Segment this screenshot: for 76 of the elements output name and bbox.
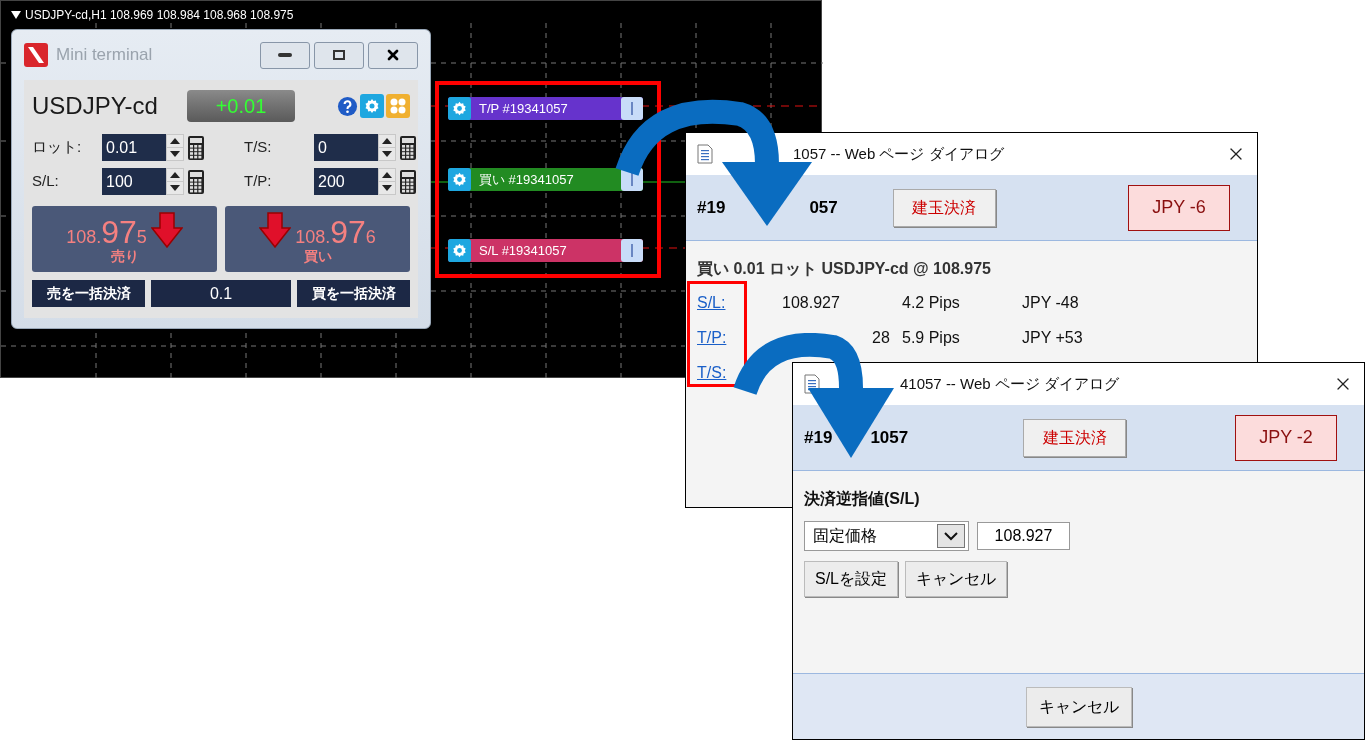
cancel-button[interactable]: キャンセル [905, 561, 1007, 597]
buy-label: 買い [303, 248, 332, 266]
logo-icon [24, 43, 48, 67]
setting-link[interactable]: S/L: [697, 294, 726, 311]
profit-display: JPY -6 [1128, 184, 1230, 231]
chevron-down-icon [937, 524, 965, 548]
calculator-icon[interactable] [400, 135, 416, 160]
spinner-icon[interactable] [166, 134, 184, 161]
price-text: 28 [872, 329, 890, 346]
down-arrow-icon [150, 212, 183, 249]
pips-text: 5.9 Pips [902, 328, 961, 348]
window-title: Mini terminal [56, 44, 153, 67]
sell-label: 売り [110, 248, 139, 266]
close-icon [385, 47, 401, 63]
calculator-icon[interactable] [188, 135, 204, 160]
cancel-button[interactable]: キャンセル [1025, 686, 1132, 727]
calculator-icon[interactable] [400, 169, 416, 194]
amount-text: JPY -48 [1022, 293, 1079, 313]
order-line-tag[interactable]: 買い #19341057 [448, 168, 643, 191]
order-number: 057 [809, 196, 838, 219]
close-all-sell-button[interactable]: 売を一括決済 [32, 280, 145, 307]
spinner-icon[interactable] [378, 168, 396, 195]
gear-icon[interactable] [448, 168, 471, 191]
input-field[interactable]: 0 [314, 134, 378, 161]
gear-icon[interactable] [360, 94, 384, 118]
close-button[interactable] [368, 41, 418, 69]
spinner-icon[interactable] [166, 168, 184, 195]
set-stop-loss-button[interactable]: S/Lを設定 [804, 561, 898, 597]
down-arrow-icon [259, 212, 292, 249]
change-display: +0.01 [187, 90, 295, 122]
dialog-title: 41057 -- Web ページ ダイアログ [900, 373, 1119, 394]
handle-icon[interactable] [621, 239, 643, 262]
setting-link[interactable]: T/P: [697, 329, 727, 346]
setting-link[interactable]: T/S: [697, 364, 727, 381]
chart-header: USDJPY-cd,H1 108.969 108.984 108.968 108.975 [25, 9, 294, 21]
mode-select[interactable]: 固定価格 [804, 521, 969, 551]
pips-text: 4.2 Pips [902, 293, 961, 313]
close-position-button[interactable]: 建玉決済 [1023, 418, 1127, 457]
order-line-tag[interactable]: S/L #19341057 [448, 239, 643, 262]
input-field[interactable]: 100 [102, 168, 166, 195]
spinner-icon[interactable] [378, 134, 396, 161]
collapse-icon[interactable] [11, 11, 21, 19]
order-line-label: 買い #19341057 [478, 170, 575, 189]
order-line-tag[interactable]: T/P #19341057 [448, 97, 643, 120]
order-number: #19 [697, 196, 726, 219]
close-position-button[interactable]: 建玉決済 [892, 188, 996, 227]
gear-icon[interactable] [448, 239, 471, 262]
gear-icon[interactable] [448, 97, 471, 120]
input-field[interactable]: 200 [314, 168, 378, 195]
minimize-button[interactable] [260, 41, 310, 69]
help-icon[interactable] [337, 95, 358, 117]
order-number: #19 [804, 426, 833, 449]
field-label: T/S: [244, 137, 273, 158]
dialog-title: 1057 -- Web ページ ダイアログ [793, 143, 1004, 164]
volume-field[interactable]: 0.1 [151, 280, 291, 307]
symbol-name: USDJPY-cd [32, 91, 159, 121]
order-line-label: T/P #19341057 [478, 99, 569, 118]
order-line-label: S/L #19341057 [478, 241, 568, 260]
calculator-icon[interactable] [188, 169, 204, 194]
profit-display: JPY -2 [1235, 414, 1337, 461]
amount-text: JPY +53 [1022, 328, 1083, 348]
price-text: 108.927 [782, 294, 840, 311]
field-label: ロット: [32, 137, 83, 158]
input-field[interactable]: 0.01 [102, 134, 166, 161]
field-label: T/P: [244, 171, 273, 192]
section-title: 決済逆指値(S/L) [804, 489, 921, 509]
maximize-button[interactable] [314, 41, 364, 69]
close-all-buy-button[interactable]: 買を一括決済 [297, 280, 410, 307]
price-input[interactable]: 108.927 [977, 522, 1070, 550]
price-quote: 108.976 [295, 216, 376, 249]
price-quote: 108.975 [66, 216, 147, 249]
order-number: 1057 [870, 426, 909, 449]
handle-icon[interactable] [621, 97, 643, 120]
field-label: S/L: [32, 171, 60, 192]
document-icon [697, 144, 713, 164]
order-summary: 買い 0.01 ロット USDJPY-cd @ 108.975 [697, 259, 992, 279]
